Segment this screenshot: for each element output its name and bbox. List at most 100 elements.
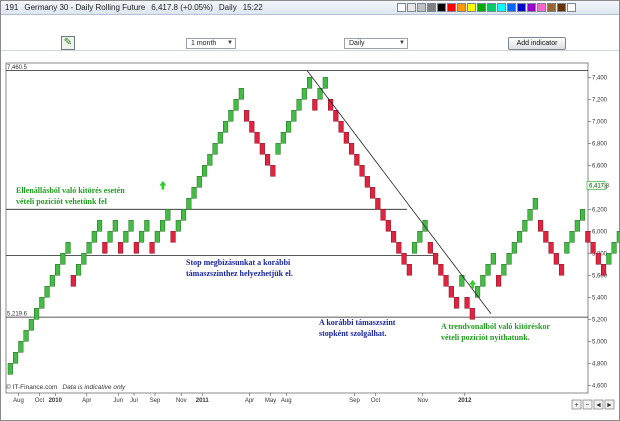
renko-brick-up	[65, 242, 71, 254]
date-tick-label: Jul	[130, 398, 138, 404]
renko-brick-down	[601, 264, 607, 276]
renko-brick-up	[191, 187, 197, 199]
renko-brick-down	[553, 253, 559, 265]
annotation-line: Stop megbízásunkat a korábbi	[186, 258, 291, 267]
date-tick-label: Sep	[150, 398, 161, 404]
renko-brick-up	[606, 253, 612, 265]
renko-brick-down	[464, 297, 470, 309]
renko-brick-up	[286, 121, 292, 133]
price-tick-label: 5,000	[592, 339, 608, 345]
footer: © IT-Finance.com Data is indicative only	[6, 384, 125, 391]
renko-brick-up	[506, 253, 512, 265]
renko-brick-up	[76, 264, 82, 276]
renko-brick-down	[118, 242, 124, 254]
renko-brick-down	[433, 253, 439, 265]
renko-brick-down	[343, 132, 349, 144]
renko-brick-down	[496, 275, 502, 287]
renko-brick-down	[312, 99, 318, 111]
chart-window: 191 Germany 30 - Daily Rolling Future 6,41…	[0, 0, 620, 421]
renko-brick-down	[454, 297, 460, 309]
renko-brick-down	[427, 242, 433, 254]
renko-brick-up	[44, 286, 50, 298]
date-tick-label: Oct	[371, 398, 381, 404]
date-tick-label: Aug	[13, 398, 24, 404]
renko-brick-up	[223, 121, 229, 133]
renko-brick-up	[181, 209, 187, 221]
price-tick-label: 4,800	[592, 361, 608, 367]
renko-brick-down	[333, 110, 339, 122]
renko-brick-down	[102, 242, 108, 254]
zoom-out-icon-glyph: −	[585, 402, 589, 409]
date-tick-label: Oct	[35, 398, 45, 404]
date-tick-label: 2011	[196, 398, 210, 404]
renko-brick-down	[443, 275, 449, 287]
renko-brick-up	[532, 198, 538, 210]
renko-brick-up	[55, 264, 61, 276]
current-price-label: 6,417.8	[589, 183, 610, 189]
annotation-line: támaszszinthez helyezhetjük el.	[186, 269, 293, 278]
renko-brick-up	[97, 220, 103, 232]
price-tick-label: 5,400	[592, 295, 608, 301]
renko-brick-up	[81, 253, 87, 265]
date-tick-label: Apr	[82, 398, 91, 404]
renko-brick-up	[228, 110, 234, 122]
renko-brick-up	[480, 275, 486, 287]
renko-brick-up	[217, 132, 223, 144]
renko-brick-up	[202, 165, 208, 177]
price-tick-label: 4,600	[592, 383, 608, 389]
renko-brick-up	[275, 143, 281, 155]
renko-brick-up	[301, 88, 307, 100]
date-tick-label: 2012	[458, 398, 472, 404]
renko-brick-down	[375, 198, 381, 210]
renko-brick-down	[254, 132, 260, 144]
renko-brick-down	[270, 165, 276, 177]
renko-brick-down	[595, 253, 601, 265]
renko-brick-up	[34, 308, 40, 320]
renko-brick-up	[107, 231, 113, 243]
renko-brick-up	[511, 242, 517, 254]
renko-brick-up	[574, 220, 580, 232]
renko-brick-up	[422, 220, 428, 232]
renko-brick-down	[559, 264, 565, 276]
date-tick-label: Aug	[281, 398, 292, 404]
renko-brick-up	[611, 242, 617, 254]
renko-brick-up	[238, 88, 244, 100]
disclaimer-label: Data is indicative only	[62, 384, 126, 391]
renko-brick-down	[354, 154, 360, 166]
annotation-line: A korábbi támaszszint	[319, 318, 396, 327]
date-tick-label: May	[265, 398, 276, 404]
annotation-line: A trendvonalból való kitöréskor	[441, 322, 550, 331]
renko-brick-up	[280, 132, 286, 144]
annotation-breakout-resistance: Ellenállásból való kitörés esetén vételi…	[16, 185, 125, 207]
renko-brick-up	[60, 253, 66, 265]
renko-brick-up	[28, 319, 34, 331]
renko-brick-up	[18, 341, 24, 353]
renko-brick-down	[391, 231, 397, 243]
renko-brick-up	[412, 242, 418, 254]
renko-brick-down	[70, 275, 76, 287]
date-tick-label: Nov	[417, 398, 428, 404]
renko-brick-down	[133, 242, 139, 254]
renko-brick-up	[91, 231, 97, 243]
date-tick-label: Apr	[245, 398, 254, 404]
renko-brick-up	[207, 154, 213, 166]
renko-brick-up	[186, 198, 192, 210]
renko-brick-down	[385, 220, 391, 232]
price-tick-label: 5,200	[592, 317, 608, 323]
date-tick-label: Nov	[176, 398, 187, 404]
renko-brick-up	[296, 99, 302, 111]
renko-brick-down	[359, 165, 365, 177]
renko-brick-down	[380, 209, 386, 221]
renko-brick-down	[538, 220, 544, 232]
renko-brick-down	[364, 176, 370, 188]
price-tick-label: 7,200	[592, 97, 608, 103]
annotation-line: vételi pozíciót nyithatunk.	[441, 333, 530, 342]
renko-brick-down	[265, 154, 271, 166]
renko-brick-down	[170, 231, 176, 243]
annotation-prior-support: A korábbi támaszszint stopként szolgálha…	[319, 317, 395, 339]
renko-brick-up	[417, 231, 423, 243]
renko-brick-down	[401, 253, 407, 265]
plot-area	[5, 62, 589, 394]
annotation-stop-support: Stop megbízásunkat a korábbi támaszszint…	[186, 257, 293, 279]
renko-brick-up	[128, 220, 134, 232]
